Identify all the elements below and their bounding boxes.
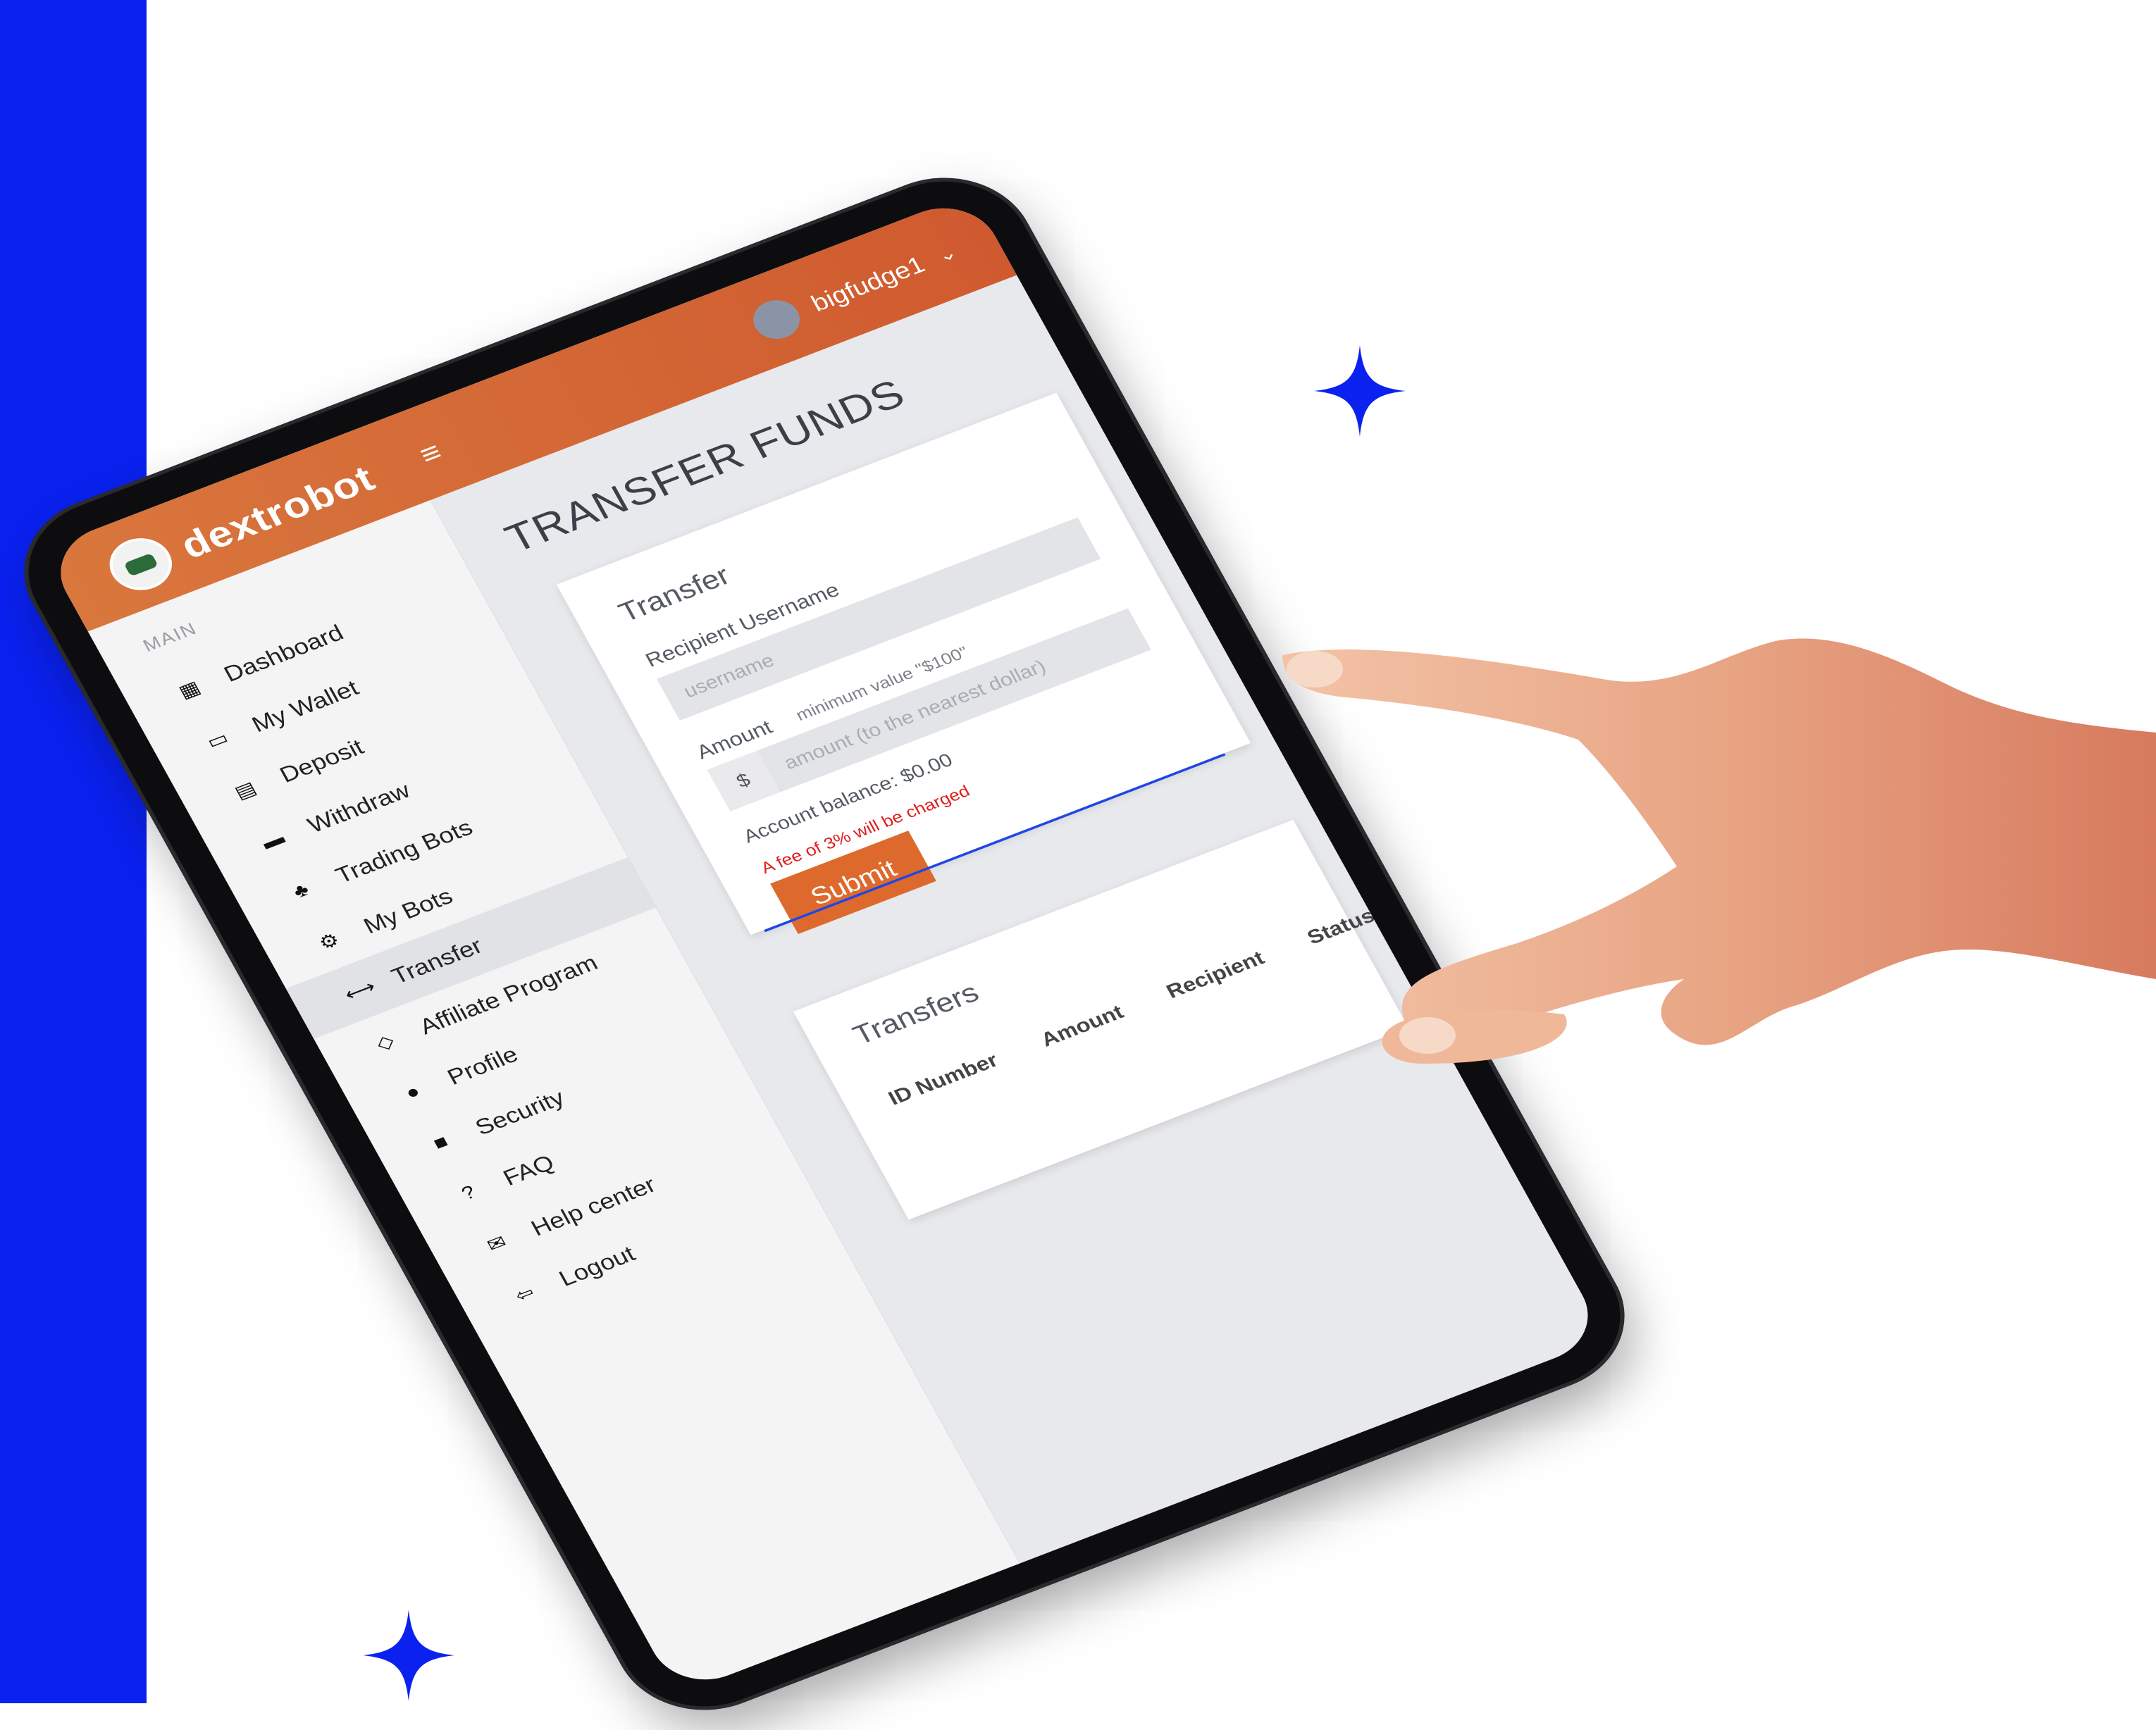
sidebar-item-label: Profile xyxy=(442,1041,523,1090)
sitemap-icon: ♣ xyxy=(290,879,313,902)
column-header[interactable]: ID Number xyxy=(884,1049,1002,1110)
username: bigfudge1 xyxy=(807,251,930,317)
lock-icon: ■ xyxy=(429,1131,452,1155)
transfers-title: Transfers xyxy=(848,977,984,1051)
dashboard-icon: ▦ xyxy=(175,677,204,702)
column-header[interactable]: Recipient xyxy=(1163,947,1268,1003)
sidebar-section-label: MAIN xyxy=(140,618,201,656)
transfer-card-title: Transfer xyxy=(613,560,736,628)
envelope-icon: ✉ xyxy=(483,1231,510,1256)
database-icon: ▤ xyxy=(230,778,260,803)
wallet-icon: ▭ xyxy=(203,727,232,753)
hamburger-icon[interactable]: ≡ xyxy=(414,435,447,471)
cog-icon: ⚙ xyxy=(315,928,343,954)
logout-icon: ⇦ xyxy=(511,1281,538,1307)
pointing-hand-image xyxy=(1282,613,2156,1120)
column-header[interactable]: Amount xyxy=(1037,1000,1128,1051)
sidebar-item-label: FAQ xyxy=(498,1150,559,1190)
diamond-icon: ◇ xyxy=(372,1030,398,1054)
user-icon: ● xyxy=(402,1081,424,1104)
robot-logo-icon xyxy=(99,530,182,599)
card-icon: ▬ xyxy=(258,827,288,854)
question-icon: ? xyxy=(458,1181,480,1205)
avatar xyxy=(745,294,807,345)
blue-background-strip xyxy=(0,0,147,1703)
sparkle-icon xyxy=(1314,345,1406,437)
sidebar-item-label: Logout xyxy=(554,1240,640,1291)
transfer-icon: ⟷ xyxy=(340,976,380,1005)
sparkle-icon xyxy=(363,1610,454,1701)
chevron-down-icon: ⌄ xyxy=(934,242,961,266)
